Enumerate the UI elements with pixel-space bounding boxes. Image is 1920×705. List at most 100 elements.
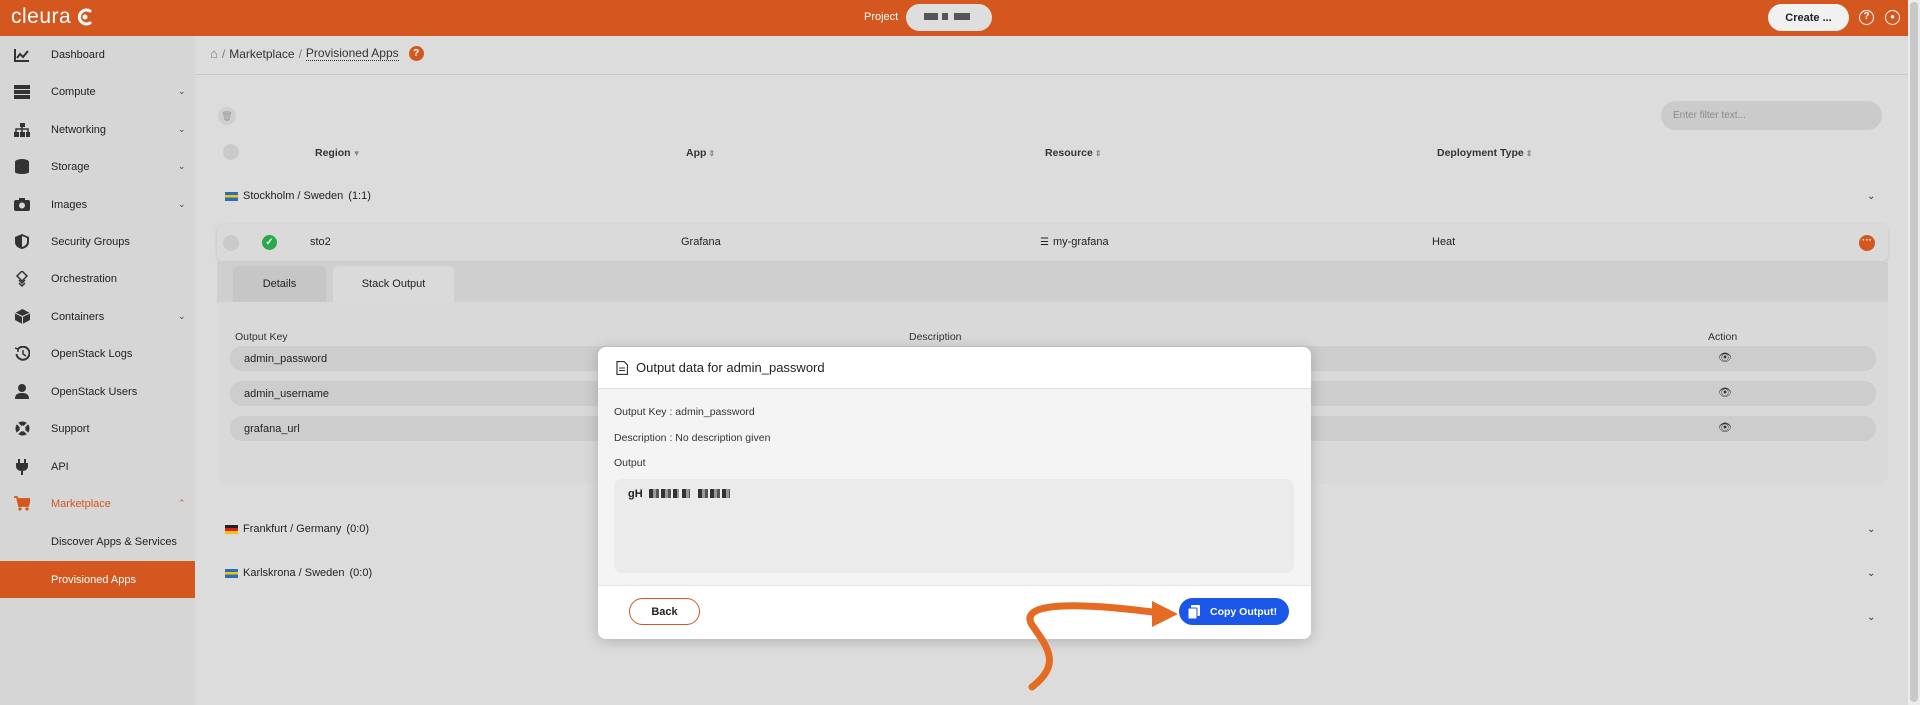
output-value: gH xyxy=(628,488,643,500)
sidebar-item-dashboard[interactable]: Dashboard xyxy=(0,36,195,73)
stack-icon: ☰ xyxy=(1040,237,1049,248)
modal-footer: Back Copy Output! xyxy=(598,585,1311,639)
create-button[interactable]: Create ... xyxy=(1768,4,1849,31)
germany-flag-icon xyxy=(225,524,238,534)
project-selector[interactable] xyxy=(906,4,992,31)
output-modal: Output data for admin_password Output Ke… xyxy=(598,347,1311,639)
output-key: admin_password xyxy=(244,353,328,365)
row-region: sto2 xyxy=(310,236,331,248)
column-header-deployment-type[interactable]: Deployment Type ⇕ xyxy=(1437,147,1532,159)
chevron-down-icon[interactable]: ⌄ xyxy=(1867,524,1875,535)
region-group-count: (0:0) xyxy=(349,567,373,579)
copy-output-label: Copy Output! xyxy=(1210,605,1278,618)
select-all-checkbox[interactable] xyxy=(223,144,239,160)
user-icon[interactable]: ● xyxy=(1885,10,1900,25)
sidebar-item-storage[interactable]: Storage ⌄ xyxy=(0,148,195,185)
tab-stack-output[interactable]: Stack Output xyxy=(333,266,454,302)
cart-icon xyxy=(14,496,30,512)
column-header-app[interactable]: App ⇕ xyxy=(686,147,715,159)
sidebar-item-openstack-logs[interactable]: OpenStack Logs xyxy=(0,335,195,372)
output-label: Output xyxy=(614,457,646,469)
column-header-label: App xyxy=(686,147,707,159)
eye-icon[interactable]: 👁 xyxy=(1718,421,1732,434)
sidebar-item-label: Provisioned Apps xyxy=(51,573,136,586)
region-group-stockholm[interactable]: Stockholm / Sweden (1:1) xyxy=(225,190,371,202)
scrollbar-thumb[interactable] xyxy=(1910,2,1918,702)
chevron-down-icon: ⌄ xyxy=(178,199,186,209)
eye-icon[interactable]: 👁 xyxy=(1718,351,1732,364)
column-header-label: Resource xyxy=(1045,147,1093,159)
output-key-header: Output Key xyxy=(235,331,288,343)
more-options-icon[interactable]: ··· xyxy=(1859,235,1875,251)
scrollbar[interactable] xyxy=(1908,0,1920,705)
sidebar-item-api[interactable]: API xyxy=(0,448,195,485)
tab-bar: Details Stack Output xyxy=(217,262,1888,302)
check-circle-icon: ✓ xyxy=(262,235,277,250)
region-group-frankfurt[interactable]: Frankfurt / Germany (0:0) xyxy=(225,523,369,535)
help-icon[interactable]: ? xyxy=(1859,10,1874,25)
chevron-down-icon: ⌄ xyxy=(178,161,186,171)
sidebar-item-orchestration[interactable]: Orchestration xyxy=(0,260,195,297)
logo[interactable]: cleura xyxy=(11,5,95,29)
server-icon xyxy=(14,84,30,100)
region-group-name: Frankfurt / Germany xyxy=(243,523,342,535)
table-row[interactable]: ✓ sto2 Grafana ☰ my-grafana Heat ··· xyxy=(217,224,1888,261)
help-icon[interactable]: ? xyxy=(408,46,424,61)
home-icon[interactable]: ⌂ xyxy=(210,46,218,61)
output-value-redacted xyxy=(698,489,730,498)
description-header: Description xyxy=(909,331,962,343)
sidebar-item-networking[interactable]: Networking ⌄ xyxy=(0,111,195,148)
sort-desc-icon: ▼ xyxy=(352,149,361,158)
chevron-down-icon[interactable]: ⌄ xyxy=(1867,612,1875,623)
database-icon xyxy=(14,159,30,175)
row-deployment-type: Heat xyxy=(1432,236,1456,248)
row-resource[interactable]: ☰ my-grafana xyxy=(1040,236,1109,248)
user-icon xyxy=(14,384,30,400)
sidebar-item-security-groups[interactable]: Security Groups xyxy=(0,223,195,260)
copy-output-button[interactable]: Copy Output! xyxy=(1179,598,1289,625)
column-header-resource[interactable]: Resource ⇕ xyxy=(1045,147,1102,159)
header-divider xyxy=(195,74,1908,75)
sidebar-item-provisioned-apps[interactable]: Provisioned Apps xyxy=(0,561,195,598)
back-button[interactable]: Back xyxy=(629,598,700,625)
sidebar-item-images[interactable]: Images ⌄ xyxy=(0,186,195,223)
breadcrumb-separator: / xyxy=(221,46,226,61)
region-group-karlskrona[interactable]: Karlskrona / Sweden (0:0) xyxy=(225,567,372,579)
filter-input[interactable] xyxy=(1661,101,1882,130)
sort-icon: ⇕ xyxy=(1094,149,1102,158)
breadcrumb-marketplace[interactable]: Marketplace xyxy=(229,47,294,61)
project-name-redacted xyxy=(924,13,938,20)
top-bar: cleura Project Create ... ? ● xyxy=(0,0,1920,36)
sidebar-item-openstack-users[interactable]: OpenStack Users xyxy=(0,373,195,410)
chevron-down-icon[interactable]: ⌄ xyxy=(1867,568,1875,579)
tab-details[interactable]: Details xyxy=(233,266,326,302)
column-header-label: Deployment Type xyxy=(1437,147,1524,159)
output-value-box[interactable]: gH xyxy=(614,479,1294,573)
sidebar-item-discover-apps[interactable]: Discover Apps & Services xyxy=(0,523,195,560)
row-checkbox[interactable] xyxy=(223,235,239,251)
chevron-down-icon: ⌄ xyxy=(178,86,186,96)
sort-icon: ⇕ xyxy=(1525,149,1533,158)
column-header-region[interactable]: Region ▼ xyxy=(315,147,361,159)
sweden-flag-icon xyxy=(225,568,238,578)
sort-icon: ⇕ xyxy=(708,149,716,158)
output-value-redacted xyxy=(682,489,690,498)
logo-text: cleura xyxy=(11,5,72,28)
output-key: admin_username xyxy=(244,388,329,400)
breadcrumb: ⌂ / Marketplace / Provisioned Apps ? xyxy=(210,46,424,61)
sidebar-item-compute[interactable]: Compute ⌄ xyxy=(0,73,195,110)
chevron-down-icon[interactable]: ⌄ xyxy=(1867,191,1875,202)
sidebar-item-label: Support xyxy=(51,422,90,435)
copy-icon xyxy=(1187,604,1201,619)
sidebar-item-containers[interactable]: Containers ⌄ xyxy=(0,298,195,335)
project-name-redacted xyxy=(954,13,970,20)
region-group-name: Stockholm / Sweden xyxy=(243,190,344,202)
sidebar-item-support[interactable]: Support xyxy=(0,410,195,447)
description-line: Description : No description given xyxy=(614,432,771,444)
sidebar-item-label: API xyxy=(51,460,69,473)
sidebar-item-label: Marketplace xyxy=(51,497,111,510)
eye-icon[interactable]: 👁 xyxy=(1718,386,1732,399)
sidebar-item-marketplace[interactable]: Marketplace ⌃ xyxy=(0,485,195,522)
trash-icon[interactable]: 🗑 xyxy=(218,107,236,125)
sidebar-item-label: Containers xyxy=(51,310,105,323)
